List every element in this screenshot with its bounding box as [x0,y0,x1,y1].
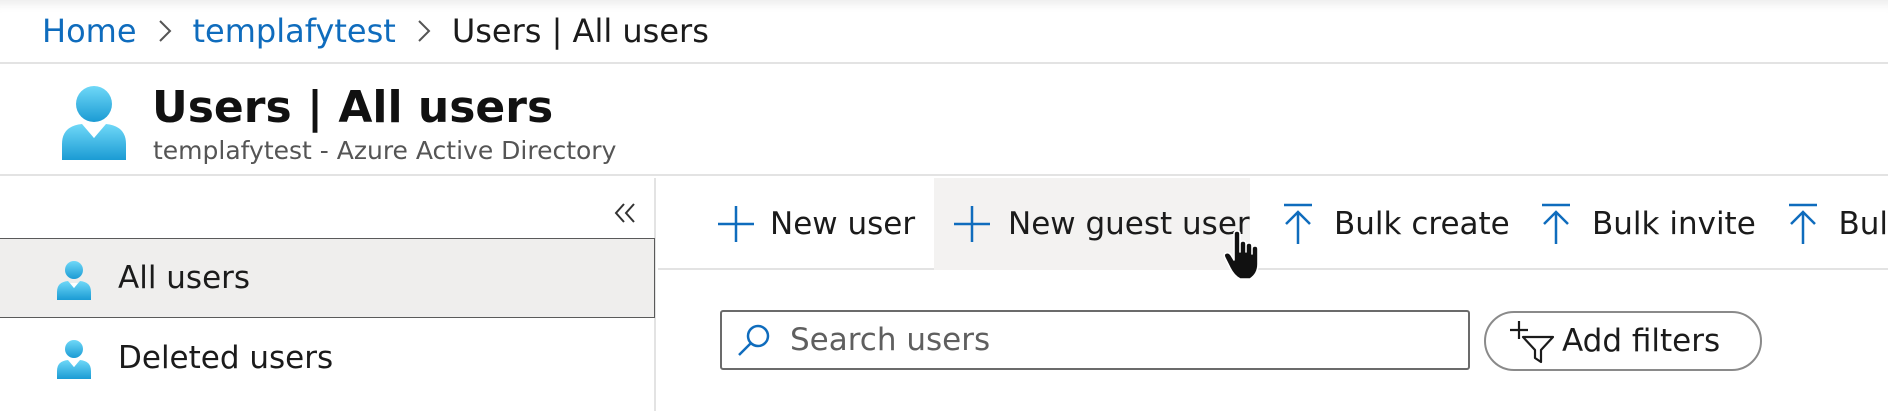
plus-icon [716,202,756,246]
sidebar-item-deleted-users[interactable]: Deleted users [0,318,655,398]
double-chevron-left-icon[interactable] [608,196,642,230]
breadcrumb-home-link[interactable]: Home [42,12,137,50]
page-header: Users | All users templafytest - Azure A… [0,66,1888,176]
plus-icon [950,202,994,246]
search-icon [732,318,776,362]
bulk-create-label: Bulk create [1334,206,1510,242]
page-title: Users | All users [152,82,554,133]
new-user-button[interactable]: New user [716,178,915,270]
chevron-right-icon [396,18,452,44]
new-guest-user-label: New guest user [1008,206,1250,242]
upload-icon [1782,202,1824,246]
chevron-right-icon [137,18,193,44]
page-subtitle: templafytest - Azure Active Directory [153,136,617,165]
upload-icon [1276,202,1320,246]
breadcrumb-tenant-link[interactable]: templafytest [193,12,396,50]
user-icon [56,339,92,379]
search-input[interactable] [790,322,1450,358]
bulk-invite-button[interactable]: Bulk invite [1534,178,1762,270]
new-guest-user-button[interactable]: New guest user [934,178,1250,270]
breadcrumb: Home templafytest Users | All users [0,0,1888,64]
sidebar-item-label: Deleted users [118,340,334,376]
upload-icon [1534,202,1578,246]
sidebar-item-label: All users [118,260,251,296]
user-icon [56,260,92,300]
sidebar-item-all-users[interactable]: All users [0,238,655,318]
command-bar: New user New guest user Bulk create Bulk… [658,178,1888,270]
user-icon [60,84,128,160]
sidebar: All users Deleted users [0,178,656,411]
add-filters-label: Add filters [1562,323,1721,359]
new-user-label: New user [770,206,916,242]
bulk-create-button[interactable]: Bulk create [1276,178,1516,270]
add-filter-icon [1508,316,1558,366]
hand-cursor-icon [1222,230,1266,282]
breadcrumb-current: Users | All users [451,12,709,50]
bulk-invite-label: Bulk invite [1592,206,1756,242]
bulk-operation-label: Bul [1838,206,1888,242]
bulk-operation-button[interactable]: Bul [1782,178,1888,270]
search-box[interactable] [720,310,1470,370]
add-filters-button[interactable]: Add filters [1484,311,1762,371]
